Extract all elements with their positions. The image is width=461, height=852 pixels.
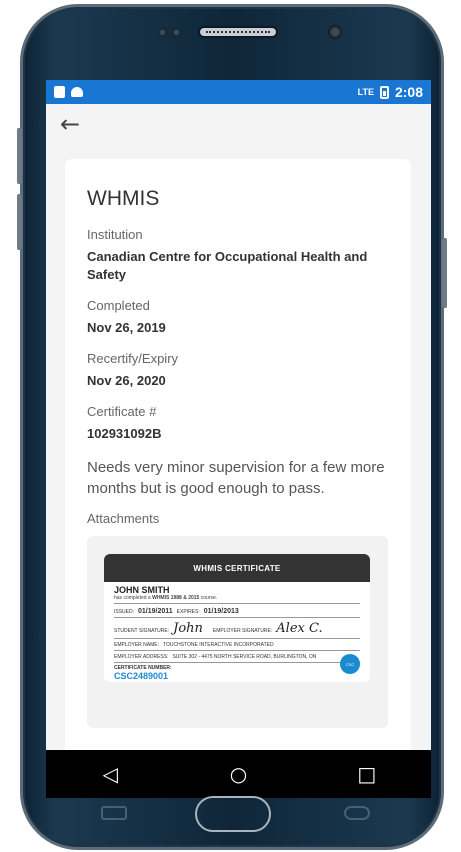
certificate-dates-line: ISSUED: 01/19/2011 EXPIRES: 01/19/2013 <box>114 607 360 618</box>
android-nav-bar: ◁ ○ □ <box>46 750 431 798</box>
battery-icon <box>379 85 389 99</box>
expiry-value: Nov 26, 2020 <box>87 373 166 388</box>
student-signature: John <box>173 621 203 636</box>
expires-value: 01/19/2013 <box>203 608 239 615</box>
certificate-signature-line: STUDENT SIGNATURE: John EMPLOYER SIGNATU… <box>114 620 360 639</box>
certificate-number-value: 102931092B <box>87 426 162 441</box>
hardware-back-key <box>344 806 370 820</box>
sd-card-icon <box>54 86 65 98</box>
nav-back-button[interactable]: ◁ <box>90 754 130 794</box>
completed-label: Completed <box>87 298 150 313</box>
institution-value: Canadian Centre for Occupational Health … <box>87 249 368 282</box>
employer-address-label: EMPLOYER ADDRESS: <box>114 654 169 660</box>
lte-signal-icon: LTE <box>357 87 374 97</box>
institution-label: Institution <box>87 227 143 242</box>
volume-down-button <box>17 194 22 250</box>
nav-home-button[interactable]: ○ <box>218 754 258 794</box>
employer-name: TOUCHSTONE INTERACTIVE INCORPORATED <box>163 642 274 648</box>
earpiece-speaker <box>198 26 278 38</box>
certificate-holder-name: JOHN SMITH <box>114 585 170 595</box>
certificate-number-label: Certificate # <box>87 404 157 419</box>
course-name: WHMIS 1988 & 2015 <box>152 595 200 601</box>
supervisor-note: Needs very minor supervision for a few m… <box>87 459 385 497</box>
certificate-image[interactable]: WHMIS CERTIFICATE JOHN SMITH has complet… <box>104 554 370 682</box>
certificate-number: CSC2489001 <box>114 671 169 681</box>
front-sensor <box>158 28 167 37</box>
status-time: 2:08 <box>394 84 423 100</box>
power-button <box>442 238 447 308</box>
certificate-header: WHMIS CERTIFICATE <box>104 554 370 582</box>
front-sensor <box>172 28 181 37</box>
page-title: WHMIS <box>87 187 160 210</box>
employer-name-label: EMPLOYER NAME: <box>114 642 160 648</box>
employer-address-line: EMPLOYER ADDRESS: SUITE 302 - 4475 NORTH… <box>114 653 360 663</box>
nav-recents-button[interactable]: □ <box>347 754 387 794</box>
attachment-thumbnail[interactable]: WHMIS CERTIFICATE JOHN SMITH has complet… <box>87 536 388 728</box>
completed-value: Nov 26, 2019 <box>87 320 166 335</box>
employer-address: SUITE 302 - 4475 NORTH SERVICE ROAD, BUR… <box>172 654 317 660</box>
android-icon <box>71 87 83 97</box>
attachments-label: Attachments <box>87 511 160 526</box>
certification-detail-card: WHMIS Institution Canadian Centre for Oc… <box>65 159 411 798</box>
hardware-recents-key <box>101 806 127 820</box>
course-prefix: has completed a <box>114 595 151 601</box>
employer-name-line: EMPLOYER NAME: TOUCHSTONE INTERACTIVE IN… <box>114 641 360 651</box>
student-signature-label: STUDENT SIGNATURE: <box>114 628 170 634</box>
front-camera <box>328 25 342 39</box>
employer-signature: Alex C. <box>276 621 323 636</box>
status-bar: LTE 2:08 <box>46 80 431 104</box>
certificate-course-line: has completed a WHMIS 1988 & 2015 course… <box>114 595 360 604</box>
phone-screen: LTE 2:08 ← WHMIS Institution Canadian Ce… <box>46 80 431 798</box>
volume-up-button <box>17 128 22 184</box>
hardware-home-button <box>195 796 271 832</box>
course-suffix: course. <box>200 595 218 601</box>
certificate-seal-icon: CSC <box>340 654 360 674</box>
expires-label: EXPIRES: <box>176 609 200 615</box>
app-bar: ← <box>46 104 431 144</box>
issued-label: ISSUED: <box>114 609 135 615</box>
issued-value: 01/19/2011 <box>138 608 173 615</box>
employer-signature-label: EMPLOYER SIGNATURE: <box>212 628 273 634</box>
expiry-label: Recertify/Expiry <box>87 351 179 366</box>
arrow-left-icon[interactable]: ← <box>60 112 80 136</box>
